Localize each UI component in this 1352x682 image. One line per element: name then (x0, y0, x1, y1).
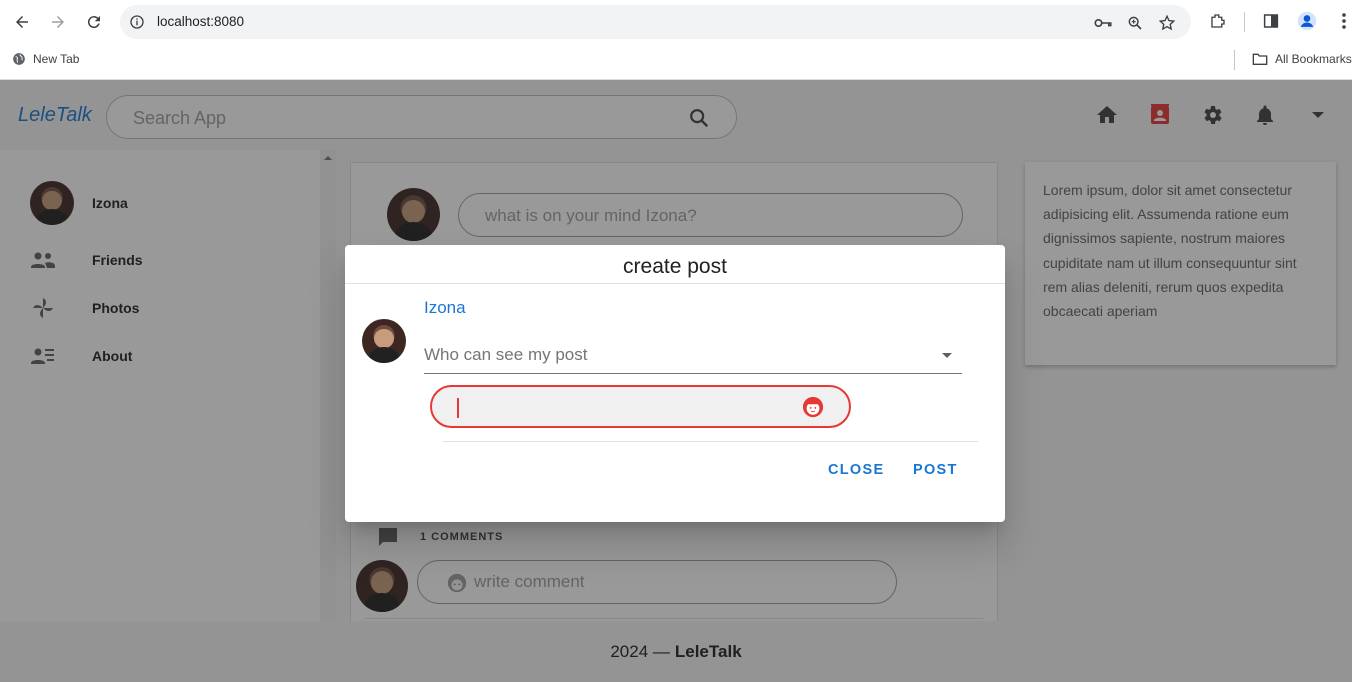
dialog-username[interactable]: Izona (424, 298, 466, 318)
dialog-divider (345, 283, 1005, 284)
create-post-dialog: create post Izona Who can see my post CL… (345, 245, 1005, 522)
emoji-icon[interactable] (802, 396, 824, 418)
back-arrow-icon (16, 16, 28, 28)
back-button[interactable] (10, 10, 34, 34)
forward-button[interactable] (46, 10, 70, 34)
toolbar-divider (1244, 12, 1245, 32)
bookmarks-divider (1234, 50, 1235, 70)
url-text: localhost:8080 (157, 14, 245, 29)
side-panel-icon[interactable] (1261, 11, 1281, 31)
forward-arrow-icon (52, 16, 64, 28)
extensions-icon[interactable] (1208, 11, 1228, 31)
bookmark-new-tab[interactable]: New Tab (12, 52, 79, 66)
post-button[interactable]: POST (913, 462, 958, 478)
address-bar[interactable]: localhost:8080 (120, 5, 1191, 39)
globe-icon (13, 53, 25, 65)
close-button[interactable]: CLOSE (828, 462, 884, 478)
browser-toolbar: localhost:8080 (0, 0, 1352, 44)
all-bookmarks-label: All Bookmarks (1275, 52, 1352, 66)
avatar (362, 319, 406, 363)
password-key-icon[interactable] (1094, 14, 1112, 32)
star-icon[interactable] (1158, 14, 1176, 32)
text-caret (457, 398, 459, 418)
dropdown-arrow-icon (942, 353, 952, 358)
bookmark-label: New Tab (33, 52, 80, 66)
dialog-title: create post (623, 255, 727, 278)
info-icon[interactable] (129, 14, 145, 30)
profile-avatar-icon[interactable] (1297, 11, 1317, 31)
bookmarks-bar: New Tab All Bookmarks (0, 44, 1352, 80)
all-bookmarks-button[interactable]: All Bookmarks (1252, 52, 1352, 66)
reload-button[interactable] (82, 10, 106, 34)
visibility-select[interactable]: Who can see my post (424, 341, 962, 374)
post-text-input[interactable] (430, 385, 851, 428)
folder-icon (1252, 53, 1268, 65)
dialog-divider (443, 441, 978, 442)
more-menu-icon[interactable] (1334, 11, 1352, 31)
visibility-placeholder: Who can see my post (424, 345, 588, 364)
zoom-icon[interactable] (1126, 14, 1144, 32)
reload-icon (87, 16, 100, 29)
